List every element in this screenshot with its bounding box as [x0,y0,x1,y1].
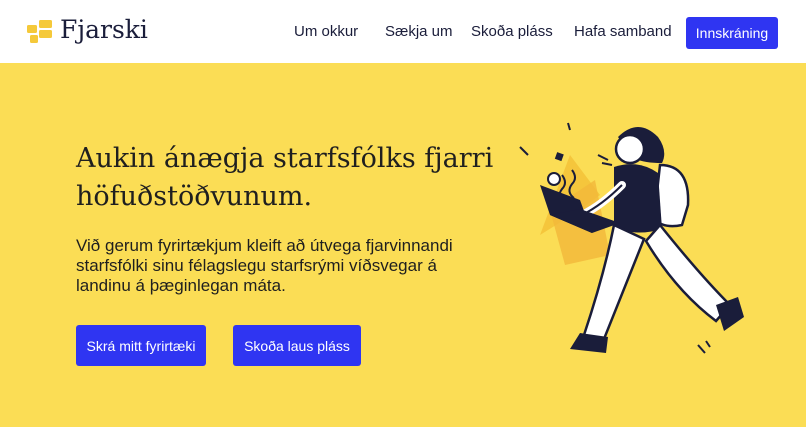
register-company-button[interactable]: Skrá mitt fyrirtæki [76,325,206,366]
person-walking-with-laptop-illustration [519,122,744,354]
login-button[interactable]: Innskráning [686,17,778,49]
nav-link-apply[interactable]: Sækja um [385,23,453,40]
hero-title: Aukin ánægja starfsfólks fjarri höfuðstö… [76,143,494,212]
navbar: Fjarski Um okkur Sækja um Skoða pláss Ha… [0,0,806,63]
nav-link-about[interactable]: Um okkur [294,23,358,40]
hero-subtitle: Við gerum fyrirtækjum kleift að útvega f… [76,236,453,295]
view-spaces-button[interactable]: Skoða laus pláss [233,325,361,366]
nav-link-spaces[interactable]: Skoða pláss [471,23,553,40]
nav-link-contact[interactable]: Hafa samband [574,23,672,40]
